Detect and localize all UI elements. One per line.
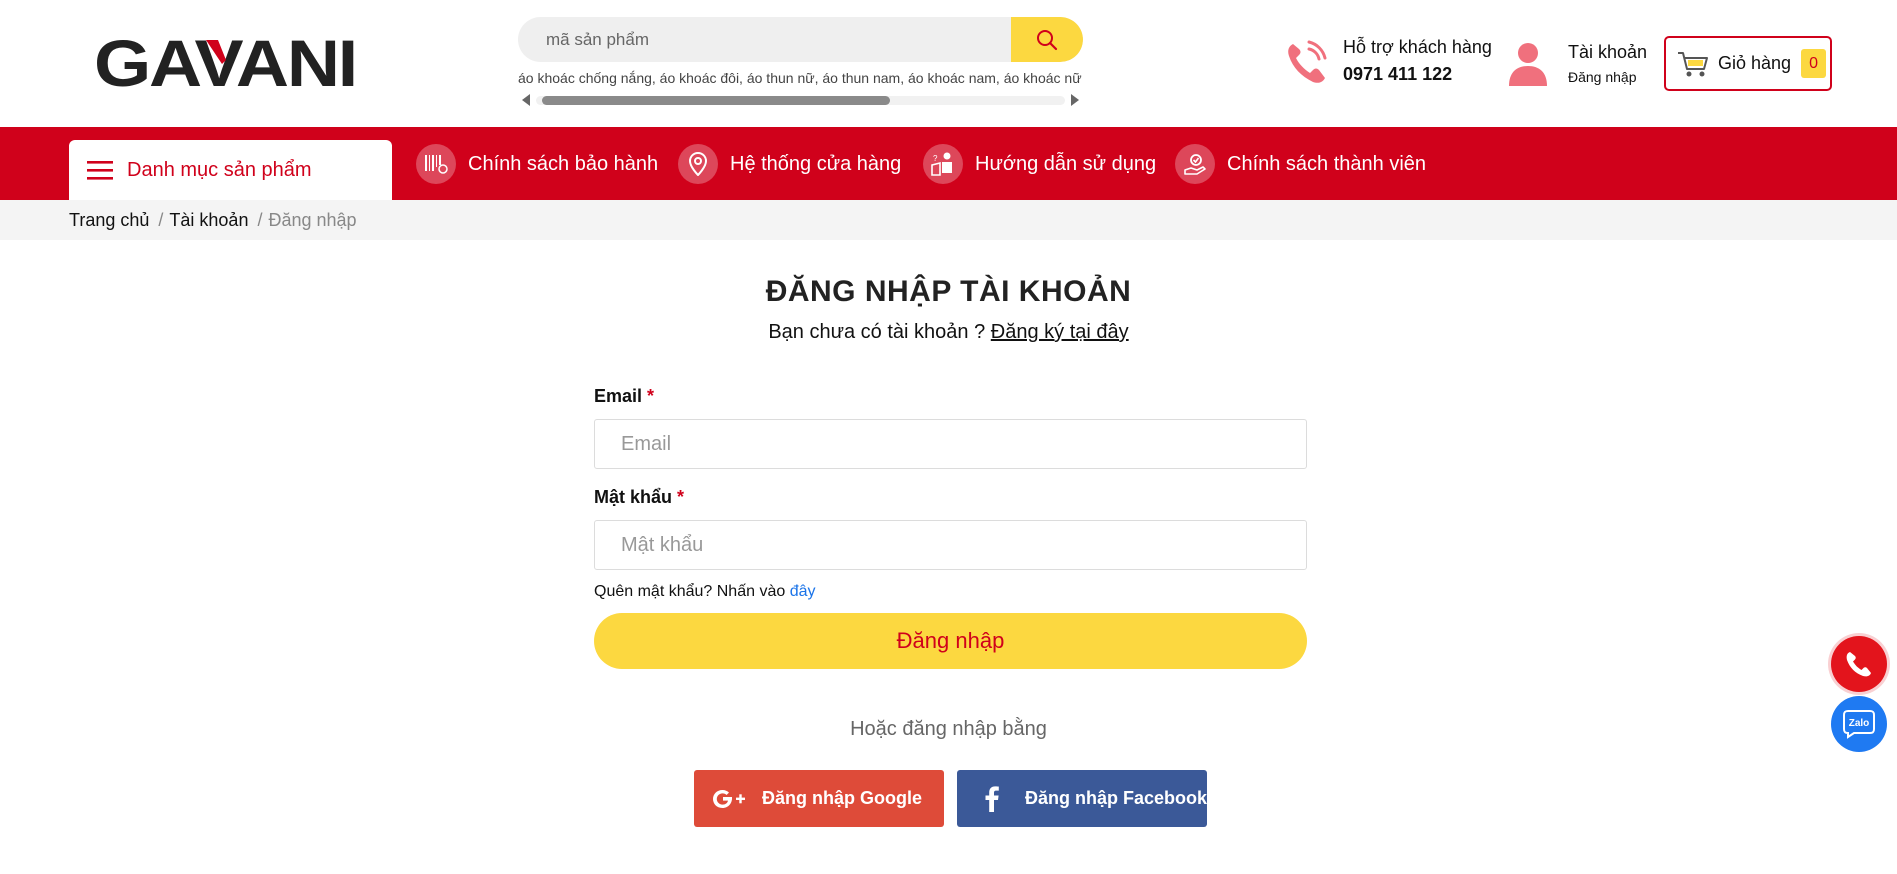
nav-item-stores[interactable]: Hệ thống cửa hàng [678, 144, 901, 184]
category-label: Danh mục sản phẩm [127, 158, 312, 181]
search-input[interactable] [518, 17, 1011, 62]
search-button[interactable] [1011, 17, 1083, 62]
breadcrumb-account[interactable]: Tài khoản [169, 210, 248, 231]
forgot-password: Quên mật khẩu? Nhấn vào đây [594, 583, 1307, 601]
register-link[interactable]: Đăng ký tại đây [991, 321, 1129, 343]
member-icon [1175, 144, 1215, 184]
support-label: Hỗ trợ khách hàng [1343, 37, 1492, 57]
nav-item-membership[interactable]: Chính sách thành viên [1175, 144, 1426, 184]
main-navigation: Danh mục sản phẩm Chính sách bảo hành Hệ… [0, 127, 1897, 200]
nav-label-warranty: Chính sách bảo hành [468, 152, 659, 175]
breadcrumb-separator: / [257, 210, 263, 230]
scroll-left-icon[interactable] [522, 94, 530, 106]
nav-item-guide[interactable]: ? Hướng dẫn sử dụng [923, 144, 1156, 184]
email-field[interactable] [594, 419, 1307, 469]
shopping-cart-icon [1678, 51, 1708, 76]
product-category-button[interactable]: Danh mục sản phẩm [69, 140, 392, 200]
zalo-icon: Zalo [1843, 710, 1875, 739]
barcode-icon [416, 144, 456, 184]
register-prompt: Bạn chưa có tài khoản ? Đăng ký tại đây [0, 321, 1897, 344]
cart-button[interactable]: Giỏ hàng 0 [1664, 36, 1832, 91]
search-box [518, 17, 1083, 62]
email-label-text: Email [594, 386, 643, 406]
required-mark: * [647, 386, 655, 406]
register-prompt-text: Bạn chưa có tài khoản ? [768, 321, 986, 343]
user-icon [1509, 43, 1547, 86]
breadcrumb-home[interactable]: Trang chủ [69, 210, 149, 231]
svg-text:?: ? [933, 154, 938, 163]
cart-label: Giỏ hàng [1718, 53, 1792, 73]
email-label: Email * [594, 386, 1307, 407]
google-plus-icon [694, 770, 764, 827]
account-label: Tài khoản [1568, 41, 1648, 62]
scroll-right-icon[interactable] [1071, 94, 1079, 106]
floating-zalo-button[interactable]: Zalo [1831, 696, 1887, 752]
support-phone[interactable]: 0971 411 122 [1343, 64, 1492, 85]
nav-label-stores: Hệ thống cửa hàng [730, 152, 902, 175]
floating-call-button[interactable] [1831, 636, 1887, 692]
breadcrumb-separator: / [158, 210, 164, 230]
nav-label-guide: Hướng dẫn sử dụng [975, 152, 1157, 175]
password-field[interactable] [594, 520, 1307, 570]
facebook-icon [957, 770, 1027, 827]
password-label: Mật khẩu * [594, 487, 1307, 508]
breadcrumb-bar: Trang chủ / Tài khoản / Đăng nhập [0, 200, 1897, 240]
social-login-divider: Hoặc đăng nhập bằng [850, 718, 1047, 740]
phone-icon [1846, 652, 1871, 677]
login-form: Email * Mật khẩu * Quên mật khẩu? Nhấn v… [594, 386, 1307, 669]
scrollbar-thumb[interactable] [542, 96, 890, 105]
site-header: GAVANI áo khoác chống nắng, áo khoác đôi… [0, 0, 1897, 127]
breadcrumb: Trang chủ / Tài khoản / Đăng nhập [69, 210, 357, 231]
phone-ringing-icon [1288, 40, 1327, 83]
required-mark: * [677, 487, 685, 507]
google-login-button[interactable]: Đăng nhập Google [694, 770, 944, 827]
search-icon [1037, 29, 1058, 50]
customer-support[interactable]: Hỗ trợ khách hàng 0971 411 122 [1283, 36, 1492, 86]
guide-icon: ? [923, 144, 963, 184]
forgot-password-text: Quên mật khẩu? Nhấn vào [594, 583, 786, 600]
facebook-login-label: Đăng nhập Facebook [1024, 788, 1208, 808]
forgot-password-link[interactable]: đây [790, 583, 816, 600]
search-area: áo khoác chống nắng, áo khoác đôi, áo th… [518, 17, 1083, 108]
facebook-login-button[interactable]: Đăng nhập Facebook [957, 770, 1207, 827]
page-title: ĐĂNG NHẬP TÀI KHOẢN [765, 275, 1132, 308]
nav-item-warranty[interactable]: Chính sách bảo hành [416, 144, 658, 184]
search-suggestion-tags[interactable]: áo khoác chống nắng, áo khoác đôi, áo th… [518, 70, 1083, 86]
cart-count-badge: 0 [1801, 49, 1827, 78]
login-submit-button[interactable]: Đăng nhập [594, 613, 1307, 669]
svg-text:GAVANI: GAVANI [94, 34, 356, 94]
location-pin-icon [678, 144, 718, 184]
account-login-link[interactable]: Đăng nhập [1568, 69, 1647, 85]
hamburger-menu-icon [87, 161, 113, 180]
gavani-logo[interactable]: GAVANI [94, 34, 356, 94]
breadcrumb-current: Đăng nhập [268, 210, 357, 230]
google-login-label: Đăng nhập Google [762, 788, 922, 808]
svg-text:Zalo: Zalo [1849, 718, 1870, 729]
password-label-text: Mật khẩu [594, 487, 673, 507]
account-menu[interactable]: Tài khoản Đăng nhập [1506, 40, 1647, 86]
tags-scrollbar[interactable] [518, 92, 1083, 108]
nav-label-membership: Chính sách thành viên [1227, 152, 1427, 175]
